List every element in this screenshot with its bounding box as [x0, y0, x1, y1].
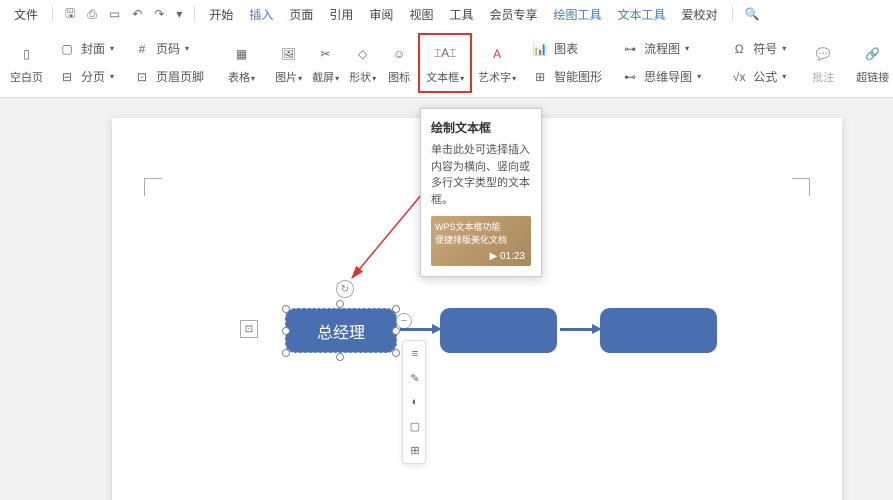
- cover-section-group: ▢封面▾ ⊟分页▾: [49, 35, 122, 91]
- textbox-tooltip: 绘制文本框 单击此处可选择插入内容为横向、竖向或多行文字类型的文本框。 WPS文…: [420, 108, 542, 277]
- tab-proofing[interactable]: 爱校对: [676, 4, 724, 25]
- tab-page[interactable]: 页面: [283, 4, 319, 25]
- blank-page-button[interactable]: ▯ 空白页: [6, 39, 47, 87]
- flowchart-button[interactable]: ⊶流程图▾: [616, 37, 705, 61]
- ribbon: ▯ 空白页 ▢封面▾ ⊟分页▾ #页码▾ ⊡页眉页脚 ▦表格▾ 🖼图片▾ ✂截屏…: [0, 28, 893, 98]
- textbox-highlight: ⌶A⌶文本框▾: [418, 33, 472, 93]
- separator: [194, 6, 195, 22]
- resize-handle[interactable]: [282, 305, 290, 313]
- tab-member[interactable]: 会员专享: [483, 4, 543, 25]
- shape-float-toolbar: ≡ ✎ ◐ ▢ ⊞: [402, 340, 426, 464]
- layout-options-icon[interactable]: ≡: [405, 343, 425, 365]
- resize-handle[interactable]: [392, 327, 400, 335]
- tab-text-tools[interactable]: 文本工具: [612, 4, 672, 25]
- resize-handle[interactable]: [392, 305, 400, 313]
- more-icon[interactable]: ⊞: [405, 439, 425, 461]
- connector-arrow[interactable]: [400, 328, 434, 331]
- equation-button[interactable]: √x公式▾: [725, 65, 790, 89]
- textbox-button[interactable]: ⌶A⌶文本框▾: [422, 39, 468, 87]
- resize-handle[interactable]: [282, 327, 290, 335]
- chart-icon: 📊: [530, 39, 550, 59]
- hyperlink-button[interactable]: 🔗超链接: [852, 39, 893, 87]
- textbox-icon: ⌶A⌶: [432, 41, 458, 67]
- style-icon[interactable]: ◐: [405, 391, 425, 413]
- flowchart-icon: ⊶: [620, 39, 640, 59]
- tooltip-title: 绘制文本框: [431, 119, 531, 136]
- video-duration: ▶ 01:23: [490, 251, 526, 262]
- icons-icon: ☺: [386, 41, 412, 67]
- page-num-icon: #: [132, 39, 152, 59]
- tab-start[interactable]: 开始: [203, 4, 239, 25]
- print-icon[interactable]: ⎙: [83, 5, 101, 24]
- search-icon[interactable]: 🔍: [741, 5, 764, 23]
- diagram-group: ⊶流程图▾ ⊷思维导图▾: [612, 35, 709, 91]
- connector-arrow[interactable]: [560, 328, 594, 331]
- picture-icon: 🖼: [276, 41, 302, 67]
- symbol-group: Ω符号▾ √x公式▾: [721, 35, 794, 91]
- section-icon: ⊟: [57, 67, 77, 87]
- tooltip-video-thumb[interactable]: WPS文本框功能 便捷排版美化文档 ▶ 01:23: [431, 216, 531, 266]
- cover-button[interactable]: ▢封面▾: [53, 37, 118, 61]
- graphics-group: 📊图表 ⊞智能图形: [522, 35, 610, 91]
- redo-icon[interactable]: ↷: [150, 5, 168, 23]
- wordart-icon: A: [484, 41, 510, 67]
- file-menu[interactable]: 文件: [8, 4, 44, 25]
- mindmap-button[interactable]: ⊷思维导图▾: [616, 65, 705, 89]
- resize-handle[interactable]: [392, 349, 400, 357]
- chart-button[interactable]: 📊图表: [526, 37, 606, 61]
- separator: [732, 6, 733, 22]
- margin-corner: [792, 178, 810, 196]
- resize-handle[interactable]: [336, 300, 344, 308]
- tooltip-body: 单击此处可选择插入内容为横向、竖向或多行文字类型的文本框。: [431, 142, 531, 208]
- blank-page-icon: ▯: [14, 41, 40, 67]
- dropdown-icon[interactable]: ▾: [172, 5, 186, 23]
- mindmap-icon: ⊷: [620, 67, 640, 87]
- header-footer-icon: ⊡: [132, 67, 152, 87]
- margin-corner: [144, 178, 162, 196]
- shape-box[interactable]: [600, 308, 717, 353]
- section-button[interactable]: ⊟分页▾: [53, 65, 118, 89]
- equation-icon: √x: [729, 67, 749, 87]
- picture-button[interactable]: 🖼图片▾: [271, 39, 306, 87]
- comment-icon: 💬: [810, 41, 836, 67]
- screenshot-button[interactable]: ✂截屏▾: [308, 39, 343, 87]
- separator: [52, 6, 53, 22]
- preview-icon[interactable]: ▭: [105, 5, 124, 23]
- icons-button[interactable]: ☺图标: [382, 39, 416, 87]
- shapes-icon: ◇: [350, 41, 376, 67]
- undo-icon[interactable]: ↶: [128, 5, 146, 23]
- tab-drawing-tools[interactable]: 绘图工具: [547, 4, 607, 25]
- tab-insert[interactable]: 插入: [243, 4, 279, 25]
- save-icon[interactable]: 🖫: [61, 2, 79, 27]
- shape-selected[interactable]: 总经理: [285, 308, 397, 353]
- symbol-icon: Ω: [729, 39, 749, 59]
- crop-icon[interactable]: ▢: [405, 415, 425, 437]
- shape-box[interactable]: [440, 308, 557, 353]
- table-icon: ▦: [229, 41, 255, 67]
- shapes-button[interactable]: ◇形状▾: [345, 39, 380, 87]
- paragraph-marker[interactable]: ⊡: [240, 320, 258, 338]
- tab-reference[interactable]: 引用: [323, 4, 359, 25]
- page-group: #页码▾ ⊡页眉页脚: [124, 35, 212, 91]
- symbol-button[interactable]: Ω符号▾: [725, 37, 790, 61]
- edit-pen-icon[interactable]: ✎: [405, 367, 425, 389]
- smartart-icon: ⊞: [530, 67, 550, 87]
- wordart-button[interactable]: A艺术字▾: [474, 39, 520, 87]
- add-shape-handle[interactable]: −: [396, 313, 412, 329]
- tab-view[interactable]: 视图: [403, 4, 439, 25]
- hyperlink-icon: 🔗: [860, 41, 886, 67]
- resize-handle[interactable]: [282, 349, 290, 357]
- table-button[interactable]: ▦表格▾: [224, 39, 259, 87]
- tab-tools[interactable]: 工具: [443, 4, 479, 25]
- screenshot-icon: ✂: [313, 41, 339, 67]
- smartart-button[interactable]: ⊞智能图形: [526, 65, 606, 89]
- tab-review[interactable]: 审阅: [363, 4, 399, 25]
- header-footer-button[interactable]: ⊡页眉页脚: [128, 65, 208, 89]
- cover-icon: ▢: [57, 39, 77, 59]
- menubar: 文件 🖫 ⎙ ▭ ↶ ↷ ▾ 开始 插入 页面 引用 审阅 视图 工具 会员专享…: [0, 0, 893, 28]
- comment-button[interactable]: 💬批注: [806, 39, 840, 87]
- page-num-button[interactable]: #页码▾: [128, 37, 208, 61]
- resize-handle[interactable]: [336, 353, 344, 361]
